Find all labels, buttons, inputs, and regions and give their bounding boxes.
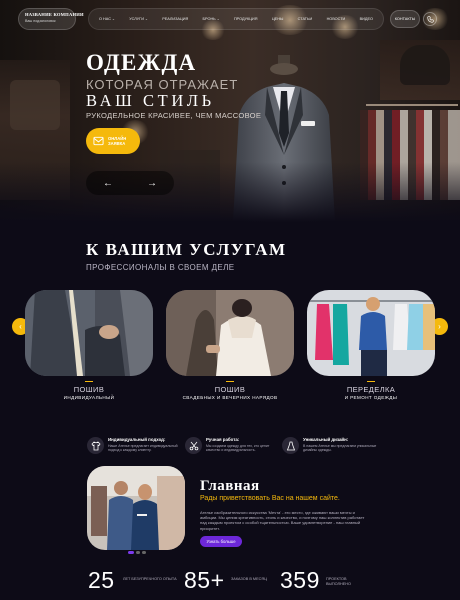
- online-request-button[interactable]: Онлайн заявка: [86, 128, 140, 154]
- cta-line-2: заявка: [108, 141, 126, 146]
- learn-more-button[interactable]: Узнать больше: [200, 536, 242, 547]
- service-card-subtitle: И РЕМОНТ ОДЕЖДЫ: [344, 395, 398, 400]
- nav-link-label: СТАТЬИ: [297, 17, 313, 21]
- nav-link[interactable]: РЕАЛИЗАЦИЯ: [162, 17, 188, 21]
- pagination-dot-active[interactable]: [128, 551, 134, 554]
- service-card-tailoring-image[interactable]: [25, 290, 153, 376]
- nav-link[interactable]: ПРОДУКЦИЯ: [234, 17, 258, 21]
- service-card-subtitle: СВАДЕБНЫХ И ВЕЧЕРНИХ НАРЯДОВ: [182, 395, 278, 400]
- feature-icon-wrap: [185, 437, 202, 454]
- logo-subtitle: Ваш подзаголовок: [25, 19, 56, 23]
- contacts-button[interactable]: КОНТАКТЫ: [390, 10, 420, 28]
- alteration-photo: [307, 290, 435, 376]
- hero-section: НАЗВАНИЕ КОМПАНИИ Ваш подзаголовок О НАС…: [0, 0, 460, 222]
- nav-link-label: О НАС: [99, 17, 111, 21]
- stat-value: 25: [88, 567, 115, 593]
- phone-icon: [426, 15, 434, 23]
- pagination-dot[interactable]: [142, 551, 146, 554]
- service-card-title: ПОШИВ: [214, 385, 246, 394]
- nav-link-label: БРОНЬ: [202, 17, 216, 21]
- nav-link-label: НОВОСТИ: [326, 17, 346, 21]
- top-navbar: НАЗВАНИЕ КОМПАНИИ Ваш подзаголовок О НАС…: [18, 8, 442, 30]
- main-subtitle: Рады приветствовать Вас на нашем сайте.: [200, 495, 340, 502]
- main-title: Главная: [200, 478, 260, 494]
- nav-link-label: УСЛУГИ: [129, 17, 144, 21]
- nav-link-label: ЦЕНЫ: [271, 17, 284, 21]
- logo[interactable]: НАЗВАНИЕ КОМПАНИИ Ваш подзаголовок: [18, 8, 84, 30]
- stat-label: ЗАКАЗОВ В МЕСЯЦ: [231, 577, 267, 581]
- feature-title: Ручная работа:: [206, 437, 240, 442]
- services-subtitle: ПРОФЕССИОНАЛЫ В СВОЕМ ДЕЛЕ: [86, 263, 235, 272]
- nav-link[interactable]: БРОНЬ⌄: [203, 17, 220, 21]
- feature-icon-wrap: [87, 437, 104, 454]
- nav-link-label: ВИДЕО: [359, 17, 373, 21]
- feature-icon-wrap: [282, 437, 299, 454]
- feature-text: В нашем Ателье мы предлагаем уникальные …: [303, 444, 377, 453]
- hero-line-1: КОТОРАЯ ОТРАЖАЕТ: [86, 77, 239, 92]
- service-card-title: ПЕРЕДЕЛКА: [346, 385, 396, 394]
- nav-link[interactable]: УСЛУГИ⌄: [129, 17, 148, 21]
- service-card-divider: [226, 381, 234, 382]
- nav-link[interactable]: О НАС⌄: [99, 17, 115, 21]
- nav-link[interactable]: ВИДЕО: [360, 17, 373, 21]
- nav-menu: О НАС⌄ УСЛУГИ⌄ РЕАЛИЗАЦИЯ БРОНЬ⌄ ПРОДУКЦИЯ ЦЕ…: [88, 8, 384, 30]
- wedding-dress-photo: [166, 290, 294, 376]
- nav-link[interactable]: ЦЕНЫ: [272, 17, 283, 21]
- chevron-down-icon: ⌄: [144, 17, 148, 21]
- shirt-icon: [90, 440, 101, 450]
- stat-label: ПРОЕКТОВ ВЫПОЛНЕНО: [326, 577, 351, 586]
- nav-link[interactable]: СТАТЬИ: [298, 17, 313, 21]
- prev-slide-arrow-icon[interactable]: ←: [98, 178, 118, 189]
- chevron-down-icon: ⌄: [216, 17, 220, 21]
- services-title: К ВАШИМ УСЛУГАМ: [86, 240, 287, 259]
- hero-line-2: ВАШ СТИЛЬ: [86, 91, 215, 110]
- stat-label: ЛЕТ БЕЗУПРЕЧНОГО ОПЫТА: [123, 577, 177, 581]
- pagination-dot[interactable]: [136, 551, 140, 554]
- scissors-icon: [189, 441, 198, 450]
- service-card-alteration-image[interactable]: [307, 290, 435, 376]
- main-section-image: [87, 466, 185, 550]
- feature-title: Индивидуальный подход:: [108, 437, 166, 442]
- hero-line-3: РУКОДЕЛЬНОЕ КРАСИВЕЕ, ЧЕМ МАССОВОЕ: [86, 111, 262, 120]
- service-card-divider: [367, 381, 375, 382]
- tailors-photo: [87, 466, 185, 550]
- envelope-icon: [93, 136, 104, 146]
- stat-value: 85+: [184, 567, 225, 593]
- hero-title: ОДЕЖДА: [86, 50, 197, 75]
- next-slide-arrow-icon[interactable]: →: [142, 178, 162, 189]
- chevron-down-icon: ⌄: [111, 17, 115, 21]
- service-card-title: ПОШИВ: [73, 385, 105, 394]
- hero-slider-controls: ← →: [86, 171, 174, 195]
- nav-link-label: РЕАЛИЗАЦИЯ: [162, 17, 189, 21]
- feature-title: Уникальный дизайн:: [303, 437, 349, 442]
- nav-link[interactable]: НОВОСТИ: [327, 17, 346, 21]
- stat-value: 359: [280, 567, 320, 593]
- dress-icon: [286, 441, 295, 450]
- service-card-subtitle: ИНДИВИДУАЛЬНЫЙ: [63, 395, 115, 400]
- main-text: Ателье изобразительного искусства 'Мечта…: [200, 510, 365, 531]
- hero-fade: [0, 162, 460, 222]
- logo-name: НАЗВАНИЕ КОМПАНИИ: [25, 12, 84, 17]
- service-card-wedding-image[interactable]: [166, 290, 294, 376]
- online-request-label: Онлайн заявка: [108, 136, 126, 147]
- tailoring-photo: [25, 290, 153, 376]
- feature-text: Наше Ателье предлагает индивидуальный по…: [108, 444, 178, 453]
- service-card-divider: [85, 381, 93, 382]
- feature-text: Мы создаем одежду для тех, кто ценит кач…: [206, 444, 270, 453]
- nav-link-label: ПРОДУКЦИЯ: [233, 17, 258, 21]
- phone-button[interactable]: [423, 12, 437, 26]
- main-image-pagination: [128, 551, 146, 554]
